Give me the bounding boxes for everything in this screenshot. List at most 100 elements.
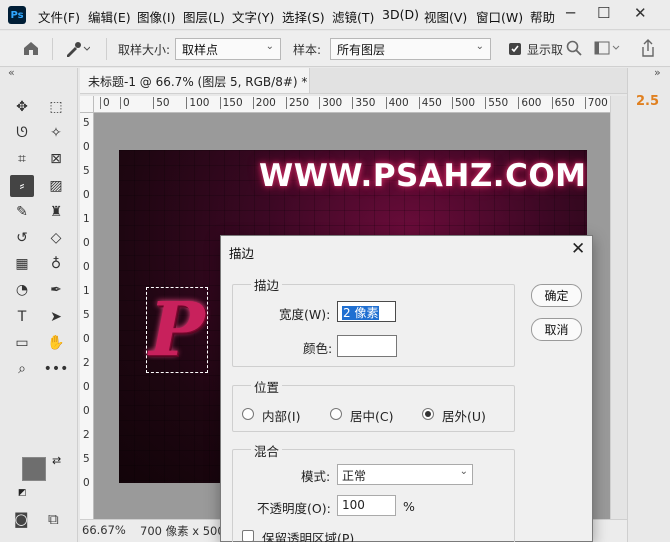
- tab-strip: [310, 68, 627, 94]
- screen-mode-icon[interactable]: ⧉: [48, 510, 59, 528]
- crop-tool-icon[interactable]: ⌗: [10, 148, 34, 170]
- menubar: Ps 文件(F) 编辑(E) 图像(I) 图层(L) 文字(Y) 选择(S) 滤…: [0, 0, 670, 30]
- blend-group-title: 混合: [251, 441, 283, 460]
- document-tab[interactable]: 未标题-1 @ 66.7% (图层 5, RGB/8#) * ×: [80, 68, 327, 94]
- vertical-scrollbar[interactable]: [610, 96, 627, 519]
- default-colors-icon[interactable]: ◩: [18, 488, 27, 498]
- artwork-title-text: WWW.PSAHZ.COM: [259, 158, 587, 194]
- cancel-button[interactable]: 取消: [531, 318, 582, 341]
- preserve-transparency-checkbox[interactable]: [242, 530, 254, 542]
- divider: [52, 38, 53, 60]
- close-icon[interactable]: ✕: [571, 239, 585, 259]
- ruler-tick-label: 200: [252, 97, 276, 109]
- blur-tool-icon[interactable]: ♁: [44, 253, 68, 275]
- menu-help[interactable]: 帮助: [530, 7, 555, 26]
- menu-type[interactable]: 文字(Y): [232, 7, 274, 26]
- outside-label[interactable]: 居外(U): [442, 406, 486, 425]
- menu-window[interactable]: 窗口(W): [476, 7, 523, 26]
- ruler-tick-label: 100: [186, 97, 209, 109]
- minimize-icon[interactable]: ─: [566, 4, 575, 22]
- width-label: 宽度(W):: [279, 307, 331, 322]
- move-tool-icon[interactable]: ✥: [10, 96, 34, 118]
- stroke-color-swatch[interactable]: [337, 335, 397, 357]
- horizontal-ruler[interactable]: 0 0 50 100 150 200 250 300 350 400 450 500 550 600 650…: [94, 96, 610, 113]
- sample-size-label: 取样大小:: [118, 43, 171, 57]
- show-ring-checkbox[interactable]: [509, 43, 521, 55]
- menu-select[interactable]: 选择(S): [282, 7, 325, 26]
- gradient-tool-icon[interactable]: ▦: [10, 253, 34, 275]
- ruler-tick-label: 0: [83, 237, 90, 249]
- menu-layer[interactable]: 图层(L): [183, 7, 225, 26]
- frame-tool-icon[interactable]: ⊠: [44, 148, 68, 170]
- eyedropper-preset-icon[interactable]: [64, 40, 91, 61]
- type-tool-icon[interactable]: T: [10, 306, 34, 328]
- workspace-icon[interactable]: [594, 41, 620, 58]
- inside-radio[interactable]: [242, 408, 254, 420]
- swap-colors-icon[interactable]: ⇄: [52, 454, 61, 467]
- rectangle-tool-icon[interactable]: ▭: [10, 332, 34, 354]
- brush-tool-icon[interactable]: ✎: [10, 201, 34, 223]
- ruler-tick-label: 700: [584, 97, 608, 109]
- ruler-tick-label: 500: [452, 97, 475, 109]
- collapse-left-icon[interactable]: «: [8, 66, 15, 79]
- ruler-tick-label: 2: [83, 429, 90, 441]
- collapse-right-icon[interactable]: »: [654, 66, 661, 79]
- menu-edit[interactable]: 编辑(E): [88, 7, 131, 26]
- width-input[interactable]: 2 像素: [337, 301, 396, 322]
- ruler-tick-label: 150: [219, 97, 243, 109]
- photoshop-logo: Ps: [8, 6, 26, 24]
- width-value: 2 像素: [342, 306, 380, 320]
- mode-select[interactable]: 正常 ⌄: [337, 464, 473, 485]
- ruler-tick-label: 5: [83, 453, 90, 465]
- sample-label: 样本:: [293, 43, 322, 57]
- history-brush-tool-icon[interactable]: ↺: [10, 227, 34, 249]
- menu-view[interactable]: 视图(V): [424, 7, 467, 26]
- inside-label[interactable]: 内部(I): [262, 406, 300, 425]
- search-icon[interactable]: [566, 40, 582, 59]
- mode-value: 正常: [342, 469, 367, 483]
- ruler-tick-label: 0: [83, 405, 90, 417]
- center-radio[interactable]: [330, 408, 342, 420]
- dodge-tool-icon[interactable]: ◔: [10, 279, 34, 301]
- eyedropper-tool-icon[interactable]: ⸗: [10, 174, 34, 197]
- artwork-letter: P: [146, 287, 208, 373]
- more-tools-icon[interactable]: •••: [44, 358, 69, 380]
- ruler-tick-label: 250: [286, 97, 309, 109]
- preserve-transparency-label[interactable]: 保留透明区域(P): [262, 528, 354, 542]
- close-icon[interactable]: ✕: [634, 4, 647, 22]
- quick-mask-icon[interactable]: ◙: [14, 510, 29, 528]
- document-tab-title: 未标题-1 @ 66.7% (图层 5, RGB/8#) *: [88, 75, 308, 89]
- stamp-tool-icon[interactable]: ♜: [44, 201, 68, 223]
- opacity-input[interactable]: 100: [337, 495, 396, 516]
- ruler-tick-label: 0: [83, 189, 90, 201]
- sample-size-value: 取样点: [182, 43, 219, 57]
- menu-file[interactable]: 文件(F): [38, 7, 80, 26]
- center-label[interactable]: 居中(C): [350, 406, 393, 425]
- sample-size-select[interactable]: 取样点 ⌄: [175, 38, 281, 60]
- pen-tool-icon[interactable]: ✒: [44, 279, 68, 301]
- foreground-color-swatch[interactable]: [22, 457, 46, 481]
- path-select-tool-icon[interactable]: ➤: [44, 306, 68, 328]
- ruler-tick-label: 2: [83, 357, 90, 369]
- menu-3d[interactable]: 3D(D): [382, 7, 419, 22]
- lasso-tool-icon[interactable]: ᘎ: [10, 122, 34, 144]
- sample-layers-select[interactable]: 所有图层 ⌄: [330, 38, 491, 60]
- home-icon[interactable]: [22, 39, 40, 60]
- maximize-icon[interactable]: ☐: [597, 4, 610, 22]
- menu-image[interactable]: 图像(I): [137, 7, 175, 26]
- ok-button[interactable]: 确定: [531, 284, 582, 307]
- vertical-ruler[interactable]: 5 0 5 0 1 0 0 1 5 0 2 0 0 2 5 0: [80, 113, 94, 519]
- menu-filter[interactable]: 滤镜(T): [332, 7, 374, 26]
- hand-tool-icon[interactable]: ✋: [44, 332, 68, 354]
- eraser-tool-icon[interactable]: ◇: [44, 227, 68, 249]
- options-bar: 取样大小: 取样点 ⌄ 样本: 所有图层 ⌄ 显示取: [0, 31, 670, 67]
- zoom-tool-icon[interactable]: ⌕: [10, 358, 34, 380]
- share-icon[interactable]: [640, 39, 656, 60]
- outside-radio[interactable]: [422, 408, 434, 420]
- ruler-tool-icon[interactable]: ▨: [44, 175, 68, 197]
- zoom-level[interactable]: 66.67%: [82, 523, 126, 537]
- ruler-tick-label: 450: [418, 97, 442, 109]
- marquee-tool-icon[interactable]: ⬚: [44, 96, 68, 118]
- ruler-tick-label: 5: [83, 165, 90, 177]
- magic-wand-tool-icon[interactable]: ✧: [44, 122, 68, 144]
